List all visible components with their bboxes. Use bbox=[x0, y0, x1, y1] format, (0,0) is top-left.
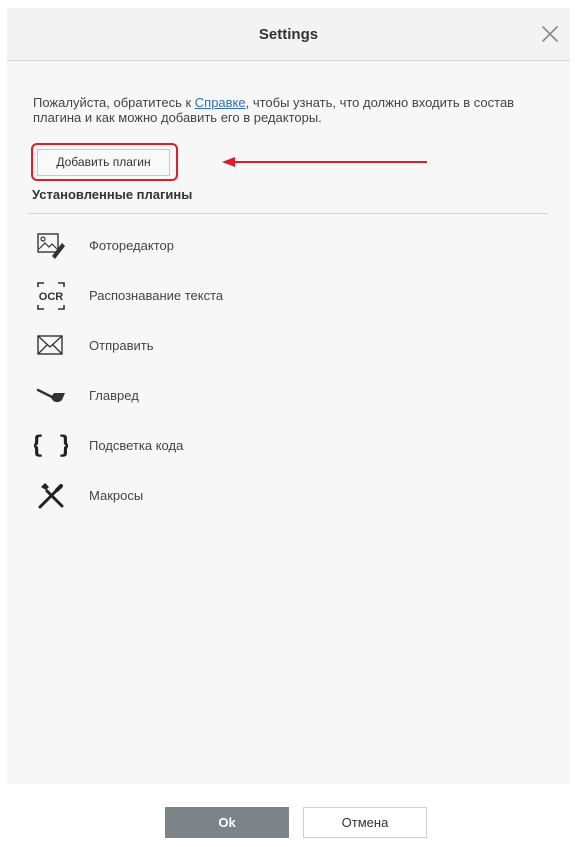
dialog-footer: Ok Отмена bbox=[7, 784, 570, 845]
annotation-arrow bbox=[222, 157, 432, 167]
dialog-content: Пожалуйста, обратитесь к Справке, чтобы … bbox=[7, 61, 570, 783]
tools-icon bbox=[34, 479, 68, 513]
dialog-title: Settings bbox=[258, 26, 319, 43]
installed-plugins-title: Установленные плагины bbox=[32, 187, 193, 202]
plugin-item-photo-editor[interactable]: Фоторедактор bbox=[34, 229, 314, 263]
code-braces-icon: { } bbox=[34, 429, 68, 463]
mail-icon bbox=[34, 329, 68, 363]
plugin-label: Подсветка кода bbox=[89, 438, 184, 453]
plugin-item-ocr[interactable]: OCR Распознавание текста bbox=[34, 279, 314, 313]
settings-dialog: Settings Пожалуйста, обратитесь к Справк… bbox=[7, 8, 570, 845]
section-divider bbox=[27, 213, 548, 214]
cancel-button[interactable]: Отмена bbox=[303, 807, 427, 838]
plugin-item-glavred[interactable]: Главред bbox=[34, 379, 314, 413]
help-text: Пожалуйста, обратитесь к Справке, чтобы … bbox=[33, 95, 533, 125]
dialog-titlebar: Settings bbox=[7, 8, 570, 61]
add-plugin-button[interactable]: Добавить плагин bbox=[37, 149, 170, 176]
plugin-label: Отправить bbox=[89, 338, 154, 353]
help-text-before: Пожалуйста, обратитесь к bbox=[33, 95, 195, 110]
photo-editor-icon bbox=[34, 229, 68, 263]
plugin-item-code-highlight[interactable]: { } Подсветка кода bbox=[34, 429, 314, 463]
plugin-label: Макросы bbox=[89, 488, 144, 503]
svg-text:OCR: OCR bbox=[39, 291, 64, 303]
ocr-icon: OCR bbox=[34, 279, 68, 313]
help-link[interactable]: Справке bbox=[195, 95, 246, 110]
plugin-item-macros[interactable]: Макросы bbox=[34, 479, 314, 513]
plugin-label: Распознавание текста bbox=[89, 288, 224, 303]
ok-button[interactable]: Ok bbox=[165, 807, 289, 838]
plugin-item-send[interactable]: Отправить bbox=[34, 329, 314, 363]
plugin-label: Фоторедактор bbox=[89, 238, 174, 253]
plugin-label: Главред bbox=[89, 388, 139, 403]
pipe-icon bbox=[34, 379, 68, 413]
svg-text:{ }: { } bbox=[34, 431, 68, 459]
close-icon[interactable] bbox=[540, 24, 560, 44]
